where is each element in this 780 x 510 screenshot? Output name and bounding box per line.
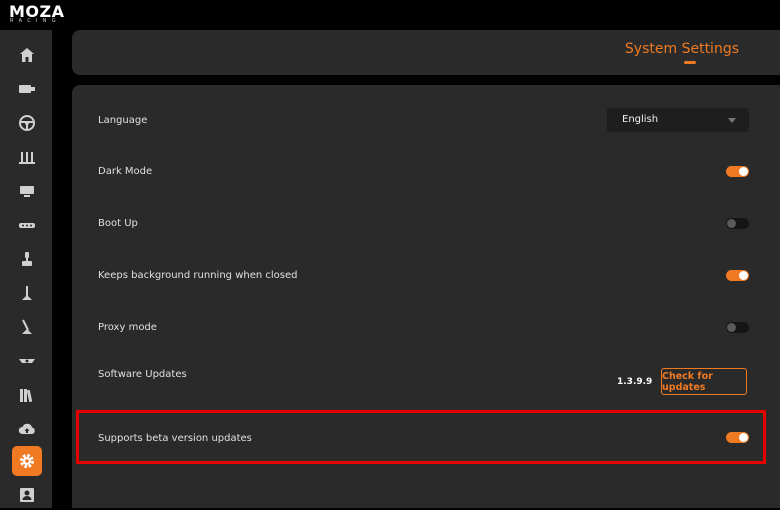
- shifter-icon: [22, 319, 32, 334]
- caret-down-icon: [728, 118, 736, 123]
- sidebar-item-dashboard[interactable]: [12, 176, 42, 206]
- shift-lights-icon: [19, 223, 35, 228]
- dark-mode-toggle[interactable]: [726, 166, 749, 177]
- joystick-icon: [22, 252, 32, 266]
- gear-icon: [20, 454, 34, 468]
- steering-wheel-icon: [19, 115, 35, 131]
- hub-icon: [19, 359, 35, 363]
- toggle-knob: [739, 167, 748, 176]
- software-updates-label: Software Updates: [98, 369, 187, 380]
- sidebar-item-account[interactable]: [12, 480, 42, 510]
- dark-mode-label: Dark Mode: [98, 166, 153, 177]
- language-select[interactable]: English: [607, 108, 749, 132]
- title-bar: MOZA RACING: [0, 0, 780, 30]
- toggle-knob: [739, 271, 748, 280]
- sidebar-item-hub[interactable]: [12, 346, 42, 376]
- toggle-knob: [727, 323, 736, 332]
- cloud-upload-icon: [18, 423, 35, 434]
- page-title: System Settings: [624, 41, 739, 57]
- account-icon: [20, 488, 34, 502]
- logo-subtext: RACING: [10, 18, 61, 24]
- sidebar-item-handbrake[interactable]: [12, 278, 42, 308]
- sidebar-item-library[interactable]: [12, 380, 42, 410]
- home-icon: [20, 48, 34, 62]
- handbrake-icon: [22, 286, 32, 300]
- boot-up-label: Boot Up: [98, 218, 138, 229]
- sidebar-item-wheel[interactable]: [12, 108, 42, 138]
- sidebar-item-home[interactable]: [12, 40, 42, 70]
- header-bar: System Settings: [72, 30, 780, 75]
- moza-logo: MOZA RACING: [9, 3, 99, 26]
- dashboard-icon: [20, 186, 34, 197]
- sidebar-item-cloud[interactable]: [12, 414, 42, 444]
- sidebar: [0, 30, 52, 508]
- wheelbase-icon: [19, 85, 35, 93]
- highlight-box: [76, 410, 766, 464]
- sidebar-item-shifter[interactable]: [12, 312, 42, 342]
- proxy-mode-label: Proxy mode: [98, 322, 157, 333]
- sidebar-item-shift-lights[interactable]: [12, 210, 42, 240]
- language-label: Language: [98, 115, 148, 126]
- background-running-toggle[interactable]: [726, 270, 749, 281]
- sidebar-item-settings[interactable]: [12, 446, 42, 476]
- background-running-label: Keeps background running when closed: [98, 270, 298, 281]
- version-number: 1.3.9.9: [617, 377, 653, 387]
- sidebar-item-pedals[interactable]: [12, 142, 42, 172]
- active-tab-indicator: [684, 61, 696, 64]
- language-value: English: [622, 114, 659, 125]
- library-icon: [20, 389, 33, 403]
- toggle-knob: [727, 219, 736, 228]
- sidebar-item-joystick[interactable]: [12, 244, 42, 274]
- sidebar-item-wheelbase[interactable]: [12, 74, 42, 104]
- proxy-mode-toggle[interactable]: [726, 322, 749, 333]
- check-updates-button[interactable]: Check for updates: [661, 368, 747, 395]
- pedals-icon: [19, 152, 35, 164]
- boot-up-toggle[interactable]: [726, 218, 749, 229]
